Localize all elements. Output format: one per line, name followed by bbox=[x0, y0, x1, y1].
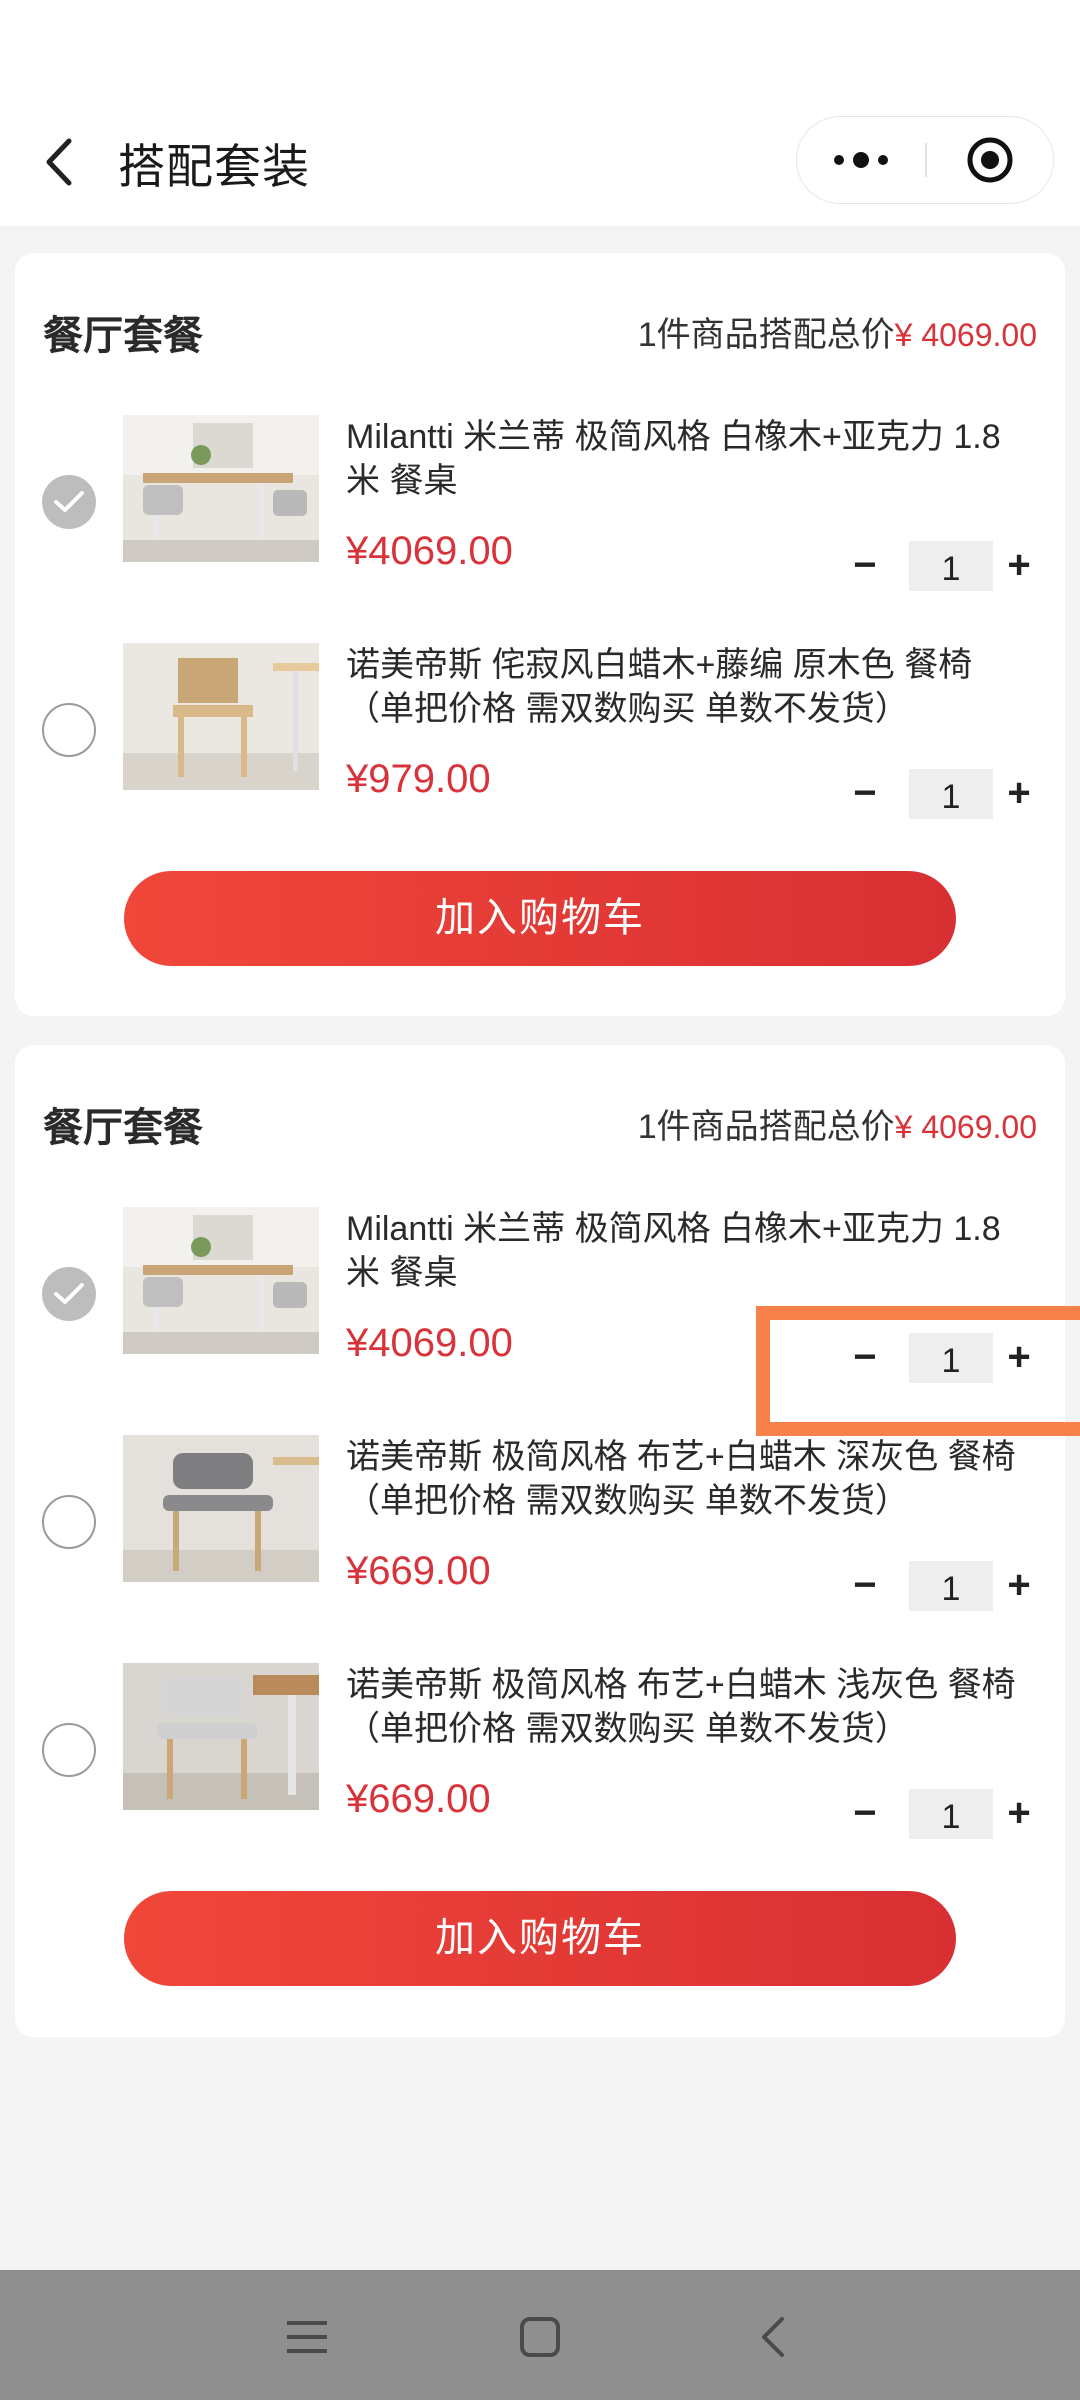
product-image[interactable] bbox=[123, 1663, 319, 1810]
more-dots-icon bbox=[834, 151, 888, 168]
increase-button[interactable]: + bbox=[999, 773, 1039, 817]
add-to-cart-button[interactable]: 加入购物车 bbox=[124, 1891, 956, 1986]
chevron-left-icon bbox=[46, 138, 72, 186]
item-checkbox[interactable] bbox=[42, 1495, 96, 1549]
square-home-icon bbox=[520, 2317, 560, 2357]
quantity-input[interactable]: 1 bbox=[909, 1333, 993, 1383]
home-button[interactable] bbox=[505, 2302, 575, 2372]
quantity-stepper: − 1 + bbox=[845, 541, 1045, 591]
bundle-total-price: ¥ 4069.00 bbox=[894, 317, 1037, 353]
increase-button[interactable]: + bbox=[999, 1793, 1039, 1837]
add-to-cart-button[interactable]: 加入购物车 bbox=[124, 871, 956, 966]
target-circle-icon bbox=[967, 137, 1013, 182]
bundle-title: 餐厅套餐 bbox=[43, 314, 203, 358]
list-item: Milantti 米兰蒂 极简风格 白橡木+亚克力 1.8米 餐桌 ¥4069.… bbox=[15, 1207, 1065, 1383]
quantity-stepper: − 1 + bbox=[845, 1789, 1045, 1839]
decrease-button[interactable]: − bbox=[845, 545, 885, 589]
increase-button[interactable]: + bbox=[999, 545, 1039, 589]
product-image[interactable] bbox=[123, 643, 319, 790]
increase-button[interactable]: + bbox=[999, 1565, 1039, 1609]
check-icon bbox=[54, 491, 84, 512]
quantity-input[interactable]: 1 bbox=[909, 541, 993, 591]
quantity-stepper: − 1 + bbox=[845, 769, 1045, 819]
item-price: ¥4069.00 bbox=[346, 529, 513, 573]
bundle-total-label: 1件商品搭配总价 bbox=[637, 316, 895, 354]
list-item: 诺美帝斯 极简风格 布艺+白蜡木 浅灰色 餐椅（单把价格 需双数购买 单数不发货… bbox=[15, 1663, 1065, 1839]
more-button[interactable] bbox=[797, 117, 925, 202]
quantity-stepper: − 1 + bbox=[845, 1333, 1045, 1383]
product-image[interactable] bbox=[123, 1207, 319, 1354]
system-back-button[interactable] bbox=[738, 2302, 808, 2372]
mini-program-capsule bbox=[796, 116, 1054, 204]
menu-lines-icon bbox=[287, 2321, 327, 2353]
list-item: 诺美帝斯 侘寂风白蜡木+藤编 原木色 餐椅（单把价格 需双数购买 单数不发货） … bbox=[15, 643, 1065, 819]
decrease-button[interactable]: − bbox=[845, 773, 885, 817]
check-icon bbox=[54, 1283, 84, 1304]
item-checkbox[interactable] bbox=[42, 703, 96, 757]
decrease-button[interactable]: − bbox=[845, 1793, 885, 1837]
item-name[interactable]: Milantti 米兰蒂 极简风格 白橡木+亚克力 1.8米 餐桌 bbox=[346, 415, 1026, 503]
increase-button[interactable]: + bbox=[999, 1337, 1039, 1381]
item-price: ¥4069.00 bbox=[346, 1321, 513, 1365]
item-name[interactable]: 诺美帝斯 极简风格 布艺+白蜡木 深灰色 餐椅（单把价格 需双数购买 单数不发货… bbox=[346, 1435, 1026, 1523]
product-image[interactable] bbox=[123, 415, 319, 562]
item-name[interactable]: 诺美帝斯 极简风格 布艺+白蜡木 浅灰色 餐椅（单把价格 需双数购买 单数不发货… bbox=[346, 1663, 1026, 1751]
bundle-total-price: ¥ 4069.00 bbox=[894, 1109, 1037, 1145]
quantity-stepper: − 1 + bbox=[845, 1561, 1045, 1611]
close-mini-program-button[interactable] bbox=[927, 117, 1053, 202]
item-checkbox[interactable] bbox=[42, 1267, 96, 1321]
item-price: ¥669.00 bbox=[346, 1549, 491, 1593]
menu-button[interactable] bbox=[272, 2302, 342, 2372]
decrease-button[interactable]: − bbox=[845, 1337, 885, 1381]
quantity-input[interactable]: 1 bbox=[909, 1561, 993, 1611]
bundle-total: 1件商品搭配总价¥ 4069.00 bbox=[638, 1099, 1037, 1148]
bundle-total-label: 1件商品搭配总价 bbox=[637, 1108, 895, 1146]
quantity-input[interactable]: 1 bbox=[909, 1789, 993, 1839]
back-button[interactable] bbox=[34, 124, 82, 200]
list-item: 诺美帝斯 极简风格 布艺+白蜡木 深灰色 餐椅（单把价格 需双数购买 单数不发货… bbox=[15, 1435, 1065, 1611]
bundle-total: 1件商品搭配总价¥ 4069.00 bbox=[638, 307, 1037, 356]
item-price: ¥669.00 bbox=[346, 1777, 491, 1821]
bundle-card: 餐厅套餐 1件商品搭配总价¥ 4069.00 Milantti 米兰蒂 极简风格… bbox=[15, 253, 1065, 1016]
bundle-card: 餐厅套餐 1件商品搭配总价¥ 4069.00 Milantti 米兰蒂 极简风格… bbox=[15, 1045, 1065, 2037]
triangle-back-icon bbox=[762, 2317, 784, 2357]
item-name[interactable]: 诺美帝斯 侘寂风白蜡木+藤编 原木色 餐椅（单把价格 需双数购买 单数不发货） bbox=[346, 643, 1026, 731]
quantity-input[interactable]: 1 bbox=[909, 769, 993, 819]
item-checkbox[interactable] bbox=[42, 475, 96, 529]
system-nav-bar bbox=[0, 2270, 1080, 2400]
bundle-title: 餐厅套餐 bbox=[43, 1106, 203, 1150]
item-name[interactable]: Milantti 米兰蒂 极简风格 白橡木+亚克力 1.8米 餐桌 bbox=[346, 1207, 1026, 1295]
product-image[interactable] bbox=[123, 1435, 319, 1582]
top-bar: 搭配套装 bbox=[0, 0, 1080, 226]
decrease-button[interactable]: − bbox=[845, 1565, 885, 1609]
page-title: 搭配套装 bbox=[118, 140, 310, 193]
item-checkbox[interactable] bbox=[42, 1723, 96, 1777]
list-item: Milantti 米兰蒂 极简风格 白橡木+亚克力 1.8米 餐桌 ¥4069.… bbox=[15, 415, 1065, 591]
item-price: ¥979.00 bbox=[346, 757, 491, 801]
